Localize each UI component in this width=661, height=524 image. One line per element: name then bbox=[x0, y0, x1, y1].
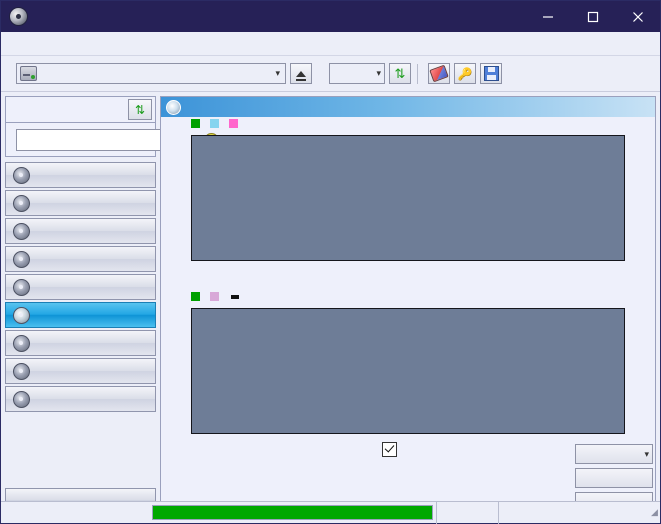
status-message bbox=[1, 502, 149, 524]
legend-item-write-speed bbox=[229, 119, 241, 128]
nav-list bbox=[5, 162, 156, 414]
disc-icon bbox=[13, 390, 30, 408]
legend-swatch bbox=[191, 292, 200, 301]
sidebar-item-fe-te[interactable] bbox=[5, 358, 156, 384]
sidebar-item-create-test-disc[interactable] bbox=[5, 190, 156, 216]
maximize-icon[interactable] bbox=[570, 1, 615, 32]
title-bar bbox=[1, 1, 660, 32]
legend-swatch bbox=[210, 119, 219, 128]
legend-swatch bbox=[191, 119, 200, 128]
toolbar: ▾ ▾ ⇅ 🔑 bbox=[1, 56, 660, 92]
sidebar-item-extra-tests[interactable] bbox=[5, 386, 156, 412]
chart-canvas-bis bbox=[192, 309, 624, 433]
menu-start-test[interactable] bbox=[29, 42, 47, 46]
drive-icon bbox=[20, 66, 37, 81]
refresh-button[interactable]: ⇅ bbox=[389, 63, 411, 84]
chart-plot-bis[interactable] bbox=[191, 308, 625, 434]
progress-bar-cell bbox=[149, 502, 436, 524]
disc-info-panel: ⇅ bbox=[5, 96, 220, 157]
disc-icon bbox=[166, 99, 181, 115]
chart-legend-top bbox=[191, 119, 248, 128]
content-panel: ▾ bbox=[160, 96, 656, 516]
sidebar-item-disc-info[interactable] bbox=[5, 274, 156, 300]
drive-select[interactable]: ▾ bbox=[16, 63, 286, 84]
legend-item-bis bbox=[191, 292, 203, 301]
legend-swatch bbox=[210, 292, 219, 301]
speed-select[interactable]: ▾ bbox=[329, 63, 385, 84]
disc-icon bbox=[13, 278, 30, 296]
charts-area bbox=[161, 117, 655, 439]
sidebar-item-drive-info[interactable] bbox=[5, 246, 156, 272]
sidebar-item-transfer-rate[interactable] bbox=[5, 162, 156, 188]
jitter-checkbox[interactable] bbox=[382, 442, 397, 457]
disc-properties bbox=[6, 123, 220, 156]
keys-icon: 🔑 bbox=[457, 66, 473, 81]
elapsed-time bbox=[498, 501, 646, 524]
disc-icon bbox=[13, 194, 30, 212]
legend-item-jitter bbox=[210, 292, 222, 301]
status-bar: ◢ bbox=[1, 501, 660, 524]
disc-refresh-button[interactable]: ⇅ bbox=[128, 99, 152, 120]
disc-icon bbox=[13, 334, 30, 352]
disc-icon bbox=[13, 362, 30, 380]
disc-icon bbox=[13, 166, 30, 184]
sidebar-item-cd-bler[interactable] bbox=[5, 330, 156, 356]
progress-percent bbox=[436, 501, 498, 524]
sidebar-item-disc-quality[interactable] bbox=[5, 302, 156, 328]
menu-file[interactable] bbox=[11, 42, 29, 46]
legend-item-read-speed bbox=[210, 119, 222, 128]
eject-icon bbox=[296, 70, 306, 81]
legend-swatch bbox=[229, 119, 238, 128]
progress-bar-fill bbox=[153, 506, 432, 519]
start-full-button[interactable] bbox=[575, 468, 653, 488]
close-icon[interactable] bbox=[615, 1, 660, 32]
jitter-marker bbox=[231, 294, 239, 299]
minimize-icon[interactable] bbox=[525, 1, 570, 32]
disc-icon bbox=[13, 222, 30, 240]
window-controls bbox=[525, 1, 660, 32]
save-button[interactable] bbox=[480, 63, 502, 84]
menu-extra[interactable] bbox=[47, 42, 65, 46]
main-body: ⇅ ▾ bbox=[1, 92, 660, 516]
sidebar: ⇅ bbox=[1, 92, 220, 516]
chart-legend-bottom bbox=[191, 292, 239, 301]
test-speed-select[interactable]: ▾ bbox=[575, 444, 653, 464]
app-disc-icon bbox=[9, 7, 28, 26]
disc-icon bbox=[13, 306, 30, 324]
disc-panel-header: ⇅ bbox=[6, 97, 155, 123]
progress-bar bbox=[152, 505, 433, 520]
refresh-icon: ⇅ bbox=[134, 102, 146, 117]
chevron-down-icon: ▾ bbox=[275, 68, 280, 78]
eraser-icon bbox=[429, 64, 449, 83]
disc-label-row bbox=[12, 129, 220, 151]
erase-button[interactable] bbox=[428, 63, 450, 84]
resize-grip-icon[interactable]: ◢ bbox=[646, 502, 660, 524]
application-window: ▾ ▾ ⇅ 🔑 ⇅ ▾ ◢ bbox=[0, 0, 661, 524]
legend-item-ldc bbox=[191, 119, 203, 128]
chart-canvas-ldc bbox=[192, 136, 624, 260]
chevron-down-icon: ▾ bbox=[644, 448, 649, 459]
panel-header bbox=[161, 97, 655, 117]
sidebar-item-verify-test-disc[interactable] bbox=[5, 218, 156, 244]
disc-icon bbox=[13, 250, 30, 268]
menu-bar bbox=[1, 32, 660, 56]
refresh-icon: ⇅ bbox=[394, 66, 406, 81]
keys-button[interactable]: 🔑 bbox=[454, 63, 476, 84]
menu-help[interactable] bbox=[65, 42, 83, 46]
chart-plot-ldc[interactable] bbox=[191, 135, 625, 261]
toolbar-separator bbox=[417, 63, 418, 84]
chevron-down-icon: ▾ bbox=[376, 68, 381, 78]
save-icon bbox=[483, 66, 499, 81]
eject-button[interactable] bbox=[290, 63, 312, 84]
